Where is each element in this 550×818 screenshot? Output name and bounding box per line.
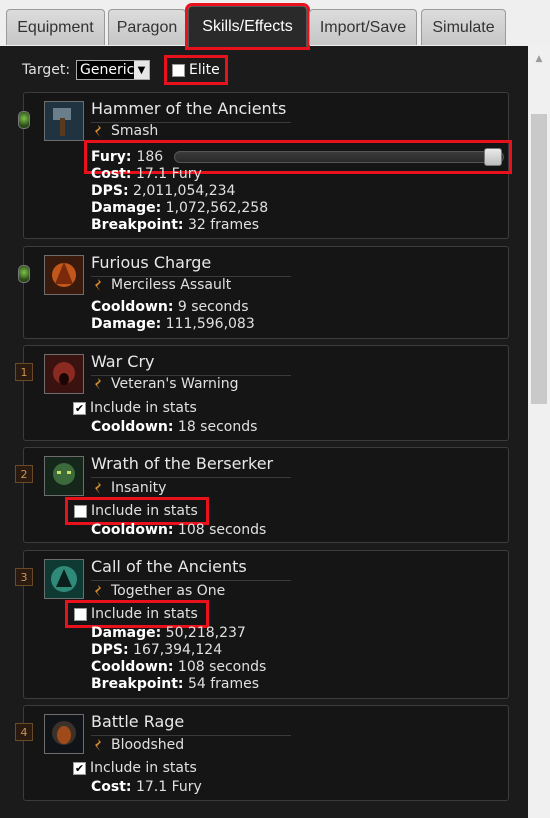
rune-icon xyxy=(94,739,103,751)
skill-panel-wrath-of-the-berserker: 2 Wrath of the Berserker Insanity Includ… xyxy=(15,447,509,543)
war-cry-icon xyxy=(44,354,84,394)
elite-checkbox[interactable] xyxy=(172,63,185,77)
tab-import-save[interactable]: Import/Save xyxy=(309,9,417,45)
stat-cooldown: Cooldown: 18 seconds xyxy=(91,419,258,435)
include-in-stats-toggle[interactable]: ✔ Include in stats xyxy=(73,398,197,418)
green-gem-icon xyxy=(18,265,30,283)
include-in-stats-toggle[interactable]: Include in stats xyxy=(65,600,209,628)
skill-name: Call of the Ancients xyxy=(91,557,247,576)
divider xyxy=(91,477,291,478)
rune-name: Insanity xyxy=(111,480,167,496)
skill-name: Furious Charge xyxy=(91,253,212,272)
hammer-icon xyxy=(44,101,84,141)
include-in-stats-checkbox[interactable] xyxy=(74,607,87,621)
stat-breakpoint: Breakpoint: 32 frames xyxy=(91,217,260,233)
rune-icon xyxy=(94,279,103,291)
include-in-stats-toggle[interactable]: Include in stats xyxy=(65,497,209,525)
rune-icon xyxy=(94,125,103,137)
chevron-down-icon: ▼ xyxy=(134,61,150,79)
stat-dps: DPS: 167,394,124 xyxy=(91,642,223,658)
skill-panel-furious-charge: Furious Charge Merciless Assault Cooldow… xyxy=(18,246,509,339)
divider xyxy=(91,580,291,581)
fury-value: 186 xyxy=(136,149,164,165)
rune-name: Together as One xyxy=(111,583,226,599)
rank-badge: 3 xyxy=(15,568,33,586)
rune-row: Smash xyxy=(94,123,158,139)
furious-charge-icon xyxy=(44,255,84,295)
rune-row: Merciless Assault xyxy=(94,277,231,293)
check-icon: ✔ xyxy=(74,401,85,415)
stat-cost: Cost: 17.1 Fury xyxy=(91,779,202,795)
stat-cooldown: Cooldown: 108 seconds xyxy=(91,659,267,675)
stat-damage: Damage: 111,596,083 xyxy=(91,316,255,332)
rune-row: Together as One xyxy=(94,583,225,599)
green-gem-icon xyxy=(18,111,30,129)
include-in-stats-checkbox[interactable]: ✔ xyxy=(73,401,86,415)
stat-dps: DPS: 2,011,054,234 xyxy=(91,183,236,199)
fury-slider-handle[interactable] xyxy=(484,148,502,166)
skill-panel-war-cry: 1 War Cry Veteran's Warning ✔ Include in… xyxy=(15,345,509,441)
check-icon: ✔ xyxy=(74,761,85,775)
include-in-stats-label: Include in stats xyxy=(90,400,197,416)
skill-panel-call-of-the-ancients: 3 Call of the Ancients Together as One I… xyxy=(15,550,509,699)
target-label: Target: xyxy=(22,62,71,78)
rune-icon xyxy=(94,378,103,390)
skill-name: Hammer of the Ancients xyxy=(91,99,287,118)
skill-panel-battle-rage: 4 Battle Rage Bloodshed ✔ Include in sta… xyxy=(15,705,509,801)
rune-name: Merciless Assault xyxy=(111,277,232,293)
tab-equipment[interactable]: Equipment xyxy=(6,9,105,45)
rune-name: Veteran's Warning xyxy=(111,376,239,392)
divider xyxy=(91,735,291,736)
rune-name: Smash xyxy=(111,123,159,139)
target-row: Target: Generic ▼ xyxy=(22,58,151,82)
target-select[interactable]: Generic ▼ xyxy=(76,60,151,80)
fury-label: Fury: xyxy=(91,149,132,165)
stat-breakpoint: Breakpoint: 54 frames xyxy=(91,676,260,692)
tab-bar: Equipment Paragon Skills/Effects Import/… xyxy=(0,0,550,50)
elite-label: Elite xyxy=(189,62,220,78)
rune-row: Insanity xyxy=(94,480,166,496)
stat-damage: Damage: 1,072,562,258 xyxy=(91,200,269,216)
target-select-value: Generic xyxy=(80,62,135,78)
scroll-up-icon[interactable]: ▲ xyxy=(528,50,550,68)
rune-name: Bloodshed xyxy=(111,737,185,753)
stat-damage: Damage: 50,218,237 xyxy=(91,625,246,641)
skill-name: Wrath of the Berserker xyxy=(91,454,274,473)
tab-simulate[interactable]: Simulate xyxy=(421,9,506,45)
skill-name: Battle Rage xyxy=(91,712,185,731)
include-in-stats-label: Include in stats xyxy=(91,606,198,622)
rank-badge: 2 xyxy=(15,465,33,483)
include-in-stats-label: Include in stats xyxy=(90,760,197,776)
rune-row: Bloodshed xyxy=(94,737,184,753)
stat-cooldown: Cooldown: 9 seconds xyxy=(91,299,249,315)
wrath-of-the-berserker-icon xyxy=(44,456,84,496)
stat-cost: Cost: 17.1 Fury xyxy=(91,166,202,182)
tab-skills-effects[interactable]: Skills/Effects xyxy=(185,3,310,50)
fury-slider-track[interactable] xyxy=(174,151,504,163)
battle-rage-icon xyxy=(44,714,84,754)
call-of-the-ancients-icon xyxy=(44,559,84,599)
skill-panel-hammer-of-the-ancients: Hammer of the Ancients Smash Fury: 186 C… xyxy=(18,92,512,239)
skill-name: War Cry xyxy=(91,352,155,371)
include-in-stats-checkbox[interactable]: ✔ xyxy=(73,761,86,775)
include-in-stats-label: Include in stats xyxy=(91,503,198,519)
rune-row: Veteran's Warning xyxy=(94,376,239,392)
elite-toggle[interactable]: Elite xyxy=(164,55,228,85)
rank-badge: 4 xyxy=(15,723,33,741)
stat-cooldown: Cooldown: 108 seconds xyxy=(91,522,267,538)
rune-icon xyxy=(94,585,103,597)
include-in-stats-checkbox[interactable] xyxy=(74,504,87,518)
rune-icon xyxy=(94,482,103,494)
scrollbar[interactable]: ▲ xyxy=(528,46,550,818)
scrollbar-thumb[interactable] xyxy=(531,114,547,404)
include-in-stats-toggle[interactable]: ✔ Include in stats xyxy=(73,758,197,778)
tab-paragon[interactable]: Paragon xyxy=(108,9,186,45)
rank-badge: 1 xyxy=(15,363,33,381)
